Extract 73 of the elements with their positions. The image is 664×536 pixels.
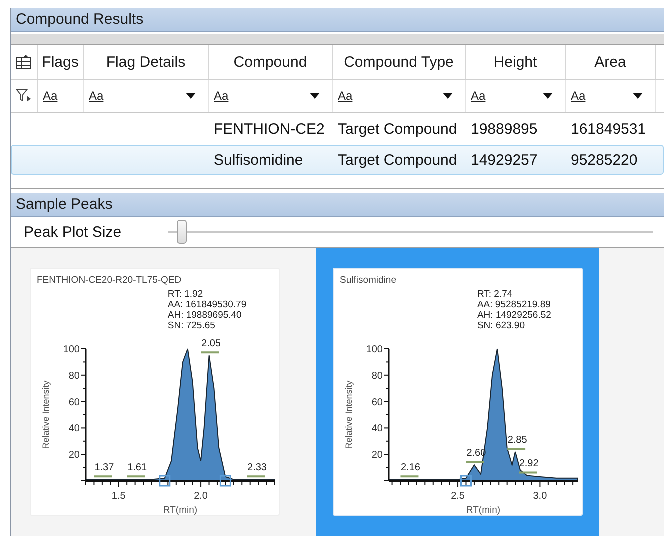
baseline-segment <box>518 472 537 474</box>
peak-info-line: AA: 161849530.79 <box>167 300 246 310</box>
table-cell-text: 95285220 <box>570 150 639 170</box>
tick-label: 60 <box>371 397 382 408</box>
peak-label: 2.85 <box>507 434 527 446</box>
table-cell-text: 14929257 <box>470 150 539 170</box>
peak-info-line: AH: 19889695.40 <box>167 310 242 321</box>
tick-label: 20 <box>68 450 80 462</box>
filter-field[interactable]: Aa <box>338 89 353 103</box>
tick-label: 40 <box>371 424 382 435</box>
filter-icon[interactable] <box>16 89 32 103</box>
tick-label: 1.5 <box>111 491 126 502</box>
peak-info-line: RT: 1.92 <box>167 289 203 300</box>
axis-label: Relative Intensity <box>40 380 50 450</box>
baseline-segment <box>466 461 484 464</box>
panel-header: Compound Results <box>11 8 664 32</box>
axis-label: RT(min) <box>466 505 500 515</box>
dropdown-caret-icon[interactable] <box>443 93 453 99</box>
panel-header: Sample Peaks <box>11 193 664 217</box>
peak-label: 2.92 <box>518 458 538 470</box>
filter-field[interactable]: Aa <box>89 89 104 103</box>
tick-label: 80 <box>68 370 80 382</box>
slider-label: Peak Plot Size <box>24 224 122 240</box>
filter-field[interactable]: Aa <box>471 89 486 103</box>
baseline-segment <box>400 476 418 478</box>
peak-label: 2.33 <box>247 462 267 474</box>
tick-label: 2.0 <box>194 491 208 502</box>
tick-label: 100 <box>62 344 80 356</box>
boundary-marker <box>158 475 170 487</box>
dropdown-caret-icon[interactable] <box>310 93 320 99</box>
boundary-marker <box>460 475 472 487</box>
filter-field[interactable]: Aa <box>43 89 58 103</box>
peak-label: 1.61 <box>127 462 147 474</box>
axis-label: Relative Intensity <box>344 380 354 450</box>
baseline-segment <box>126 476 145 478</box>
tick-label: 60 <box>68 397 80 408</box>
slider-thumb[interactable] <box>177 220 188 244</box>
peak-label: 1.37 <box>94 462 114 474</box>
filter-field[interactable]: Aa <box>214 89 229 103</box>
plot-tile[interactable]: FENTHION-CE20-R20-TL75-QED RT: 1.92 AA: 161849530.79 AH: 19889695.40 SN: 725.65 20 40 60 80 100 Relative Intensity 1.5 2.0 RT(min) 1.37 1.61 2.05 2.33 <box>13 248 296 536</box>
table-cell-text: Sulfisomidine <box>213 150 304 170</box>
peak-label: 2.16 <box>400 462 420 474</box>
table-row[interactable]: Sulfisomidine Target Compound 14929257 95285220 <box>11 145 664 175</box>
filter-field[interactable]: Aa <box>571 89 586 103</box>
column-chooser-icon[interactable] <box>16 54 32 70</box>
baseline-segment <box>246 476 265 478</box>
baseline-segment <box>94 476 112 478</box>
dropdown-caret-icon[interactable] <box>543 93 553 99</box>
plot-title: Sulfisomidine <box>340 275 396 286</box>
table-cell-text: 161849531 <box>570 120 648 140</box>
baseline-segment <box>507 448 526 450</box>
table-cell-text: Target Compound <box>337 150 458 170</box>
tick-label: 2.5 <box>450 491 464 502</box>
peak-info-line: AA: 95285219.89 <box>476 300 550 310</box>
tick-label: 100 <box>366 344 382 356</box>
baseline-segment <box>200 352 219 354</box>
table-cell-text: 19889895 <box>470 120 539 140</box>
axis-label: RT(min) <box>162 505 198 515</box>
dropdown-caret-icon[interactable] <box>186 93 196 99</box>
boundary-marker <box>219 475 231 487</box>
tick-label: 20 <box>371 450 382 462</box>
table-cell-text: Target Compound <box>337 120 458 140</box>
dropdown-caret-icon[interactable] <box>633 93 643 99</box>
plot-title: FENTHION-CE20-R20-TL75-QED <box>36 275 182 286</box>
peak-info-line: SN: 725.65 <box>167 320 215 332</box>
peak-info-line: SN: 623.90 <box>476 320 525 332</box>
tick-label: 80 <box>371 370 382 382</box>
peak-label: 2.05 <box>201 338 220 350</box>
tick-label: 40 <box>68 424 80 435</box>
peak-info-line: AH: 14929256.52 <box>476 310 551 321</box>
table-cell-text: FENTHION-CE2 <box>213 120 326 140</box>
peak-info-line: RT: 2.74 <box>476 289 512 300</box>
tick-label: 3.0 <box>532 491 547 502</box>
